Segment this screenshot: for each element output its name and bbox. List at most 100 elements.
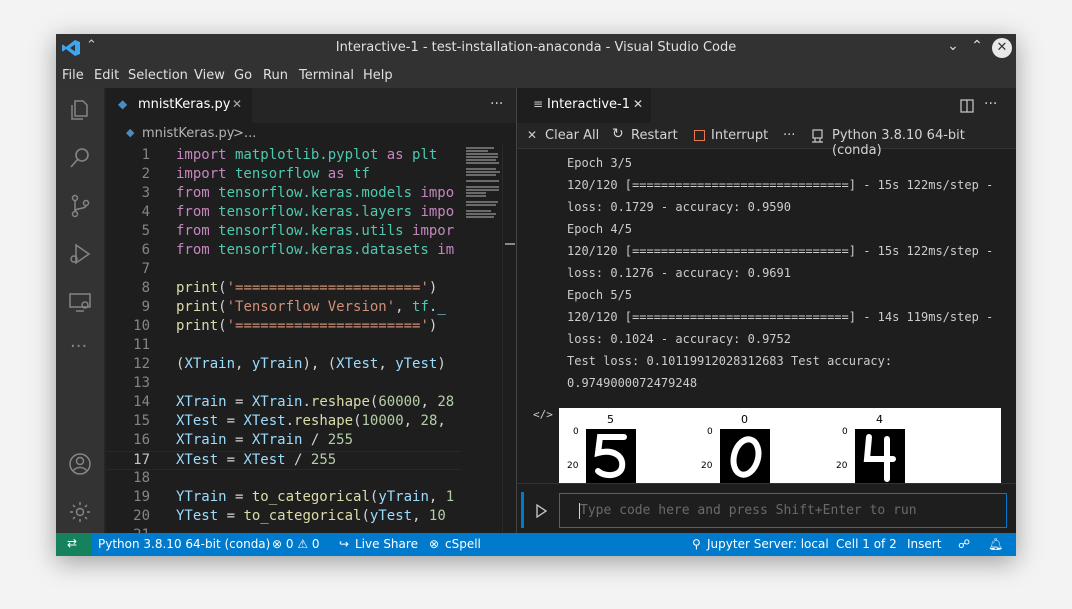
menu-file[interactable]: File (62, 68, 84, 83)
minimap[interactable] (462, 145, 502, 533)
code-token: tensorflow.keras.datasets (209, 242, 429, 258)
code-line: 10 print('======================') (106, 318, 462, 337)
code-input[interactable]: Type code here and press Shift+Enter to … (559, 493, 1007, 528)
problems-status[interactable]: ⊗ 0 ⚠ 0 (272, 537, 320, 551)
close-window-icon[interactable]: ✕ (992, 38, 1012, 58)
digit-image-5 (586, 429, 636, 483)
more-actions-icon[interactable]: ··· (984, 96, 997, 112)
maximize-icon[interactable]: ⌃ (968, 38, 986, 54)
menu-terminal[interactable]: Terminal (299, 68, 354, 83)
code-token: = (218, 508, 244, 524)
restart-icon[interactable]: ↻ (612, 126, 624, 142)
code-token: XTest (336, 356, 379, 372)
line-number: 12 (133, 356, 150, 372)
line-number: 11 (133, 337, 150, 353)
menu-help[interactable]: Help (363, 68, 393, 83)
menu-selection[interactable]: Selection (128, 68, 188, 83)
menu-edit[interactable]: Edit (94, 68, 119, 83)
more-views-icon[interactable]: ··· (70, 336, 87, 357)
live-share-button[interactable]: Live Share (355, 537, 418, 551)
python-file-icon: ◆ (126, 126, 135, 139)
notifications-bell-icon[interactable]: 🔔︎ (988, 537, 1003, 551)
code-token: ( (361, 508, 370, 524)
line-number: 1 (141, 147, 150, 163)
cell-position-status[interactable]: Cell 1 of 2 (836, 537, 897, 551)
code-token: ( (218, 280, 227, 296)
code-token: ( (218, 299, 227, 315)
code-token: 255 (310, 452, 337, 468)
code-line-current: 17 XTest = XTest / 255 (106, 451, 462, 470)
code-line: 8 print('======================') (106, 280, 462, 299)
editor-mode-status[interactable]: Insert (907, 537, 941, 551)
code-token: XTest (243, 413, 286, 429)
remote-explorer-icon[interactable] (68, 290, 92, 314)
code-token: tensorflow.keras.utils (209, 223, 404, 239)
cspell-status[interactable]: cSpell (445, 537, 481, 551)
close-tab-icon[interactable]: ✕ (633, 97, 643, 111)
remote-indicator[interactable]: ⇄ (56, 533, 92, 556)
code-token: yTrain (251, 356, 303, 372)
code-line: 13 (106, 375, 462, 394)
code-token: import (176, 147, 227, 163)
code-token: '======================' (226, 280, 429, 296)
source-control-icon[interactable] (68, 194, 92, 218)
code-token: XTrain (176, 394, 227, 410)
kernel-icon[interactable] (811, 129, 824, 143)
breadcrumb-symbols[interactable]: ... (244, 126, 256, 141)
code-token: , (403, 413, 421, 429)
tab-mnistkeras[interactable]: ◆ mnistKeras.py ✕ (106, 88, 252, 123)
restart-button[interactable]: Restart (631, 128, 678, 143)
jupyter-server-status[interactable]: Jupyter Server: local (707, 537, 829, 551)
toolbar-more-button[interactable]: ··· (783, 128, 795, 143)
code-token: , (437, 413, 446, 429)
output-line: loss: 0.1276 - accuracy: 0.9691 (567, 266, 791, 280)
search-icon[interactable] (68, 146, 92, 170)
output-line: Epoch 5/5 (567, 288, 633, 302)
minimize-icon[interactable]: ⌄ (944, 38, 962, 54)
clear-all-button[interactable]: Clear All (545, 128, 599, 143)
code-token: = (226, 489, 252, 505)
code-line: 3 from tensorflow.keras.models impo (106, 185, 462, 204)
code-token: 28 (437, 394, 455, 410)
line-number: 19 (133, 489, 150, 505)
line-number: 5 (141, 223, 150, 239)
code-token: , (412, 508, 429, 524)
clear-all-icon[interactable]: ✕ (527, 128, 537, 142)
tab-interactive-1[interactable]: ≡ Interactive-1 ✕ (517, 88, 651, 123)
menu-run[interactable]: Run (263, 68, 288, 83)
code-line: 12 (XTrain, yTrain), (XTest, yTest) (106, 356, 462, 375)
y-tick-label: 0 (842, 427, 848, 437)
code-token: tf (344, 166, 370, 182)
split-editor-icon[interactable] (960, 99, 974, 113)
close-tab-icon[interactable]: ✕ (232, 97, 242, 111)
plot-title: 5 (607, 413, 614, 426)
interrupt-button[interactable]: Interrupt (711, 128, 768, 143)
python-interpreter-status[interactable]: Python 3.8.10 64-bit (conda) (98, 537, 270, 551)
code-token: . (302, 394, 311, 410)
menu-go[interactable]: Go (234, 68, 252, 83)
title-bar: ⌃ Interactive-1 - test-installation-anac… (56, 34, 1016, 62)
breadcrumb: ◆ mnistKeras.py > ... (106, 123, 516, 145)
code-token: YTrain (176, 489, 227, 505)
interrupt-icon[interactable] (694, 130, 705, 141)
code-token: , (428, 489, 446, 505)
feedback-icon[interactable]: ☍ (958, 537, 970, 551)
settings-gear-icon[interactable] (68, 500, 92, 524)
code-token: XTest (176, 413, 219, 429)
line-number: 9 (141, 299, 150, 315)
output-line: 120/120 [==============================]… (567, 178, 994, 192)
editor-scrollbar[interactable] (502, 145, 516, 533)
account-icon[interactable] (68, 452, 92, 476)
more-actions-icon[interactable]: ··· (490, 96, 503, 112)
code-token: impor (403, 223, 455, 239)
run-debug-icon[interactable] (68, 242, 92, 266)
code-token: reshape (310, 394, 370, 410)
menu-view[interactable]: View (194, 68, 225, 83)
plot-title: 0 (741, 413, 748, 426)
code-toggle-icon[interactable]: </> (533, 408, 553, 421)
code-line: 18 (106, 470, 462, 489)
code-area[interactable]: 1 import matplotlib.pyplot as plt 2 import… (106, 145, 462, 533)
run-cell-icon[interactable] (535, 504, 547, 518)
explorer-icon[interactable] (68, 98, 92, 122)
breadcrumb-file[interactable]: mnistKeras.py (142, 126, 234, 141)
